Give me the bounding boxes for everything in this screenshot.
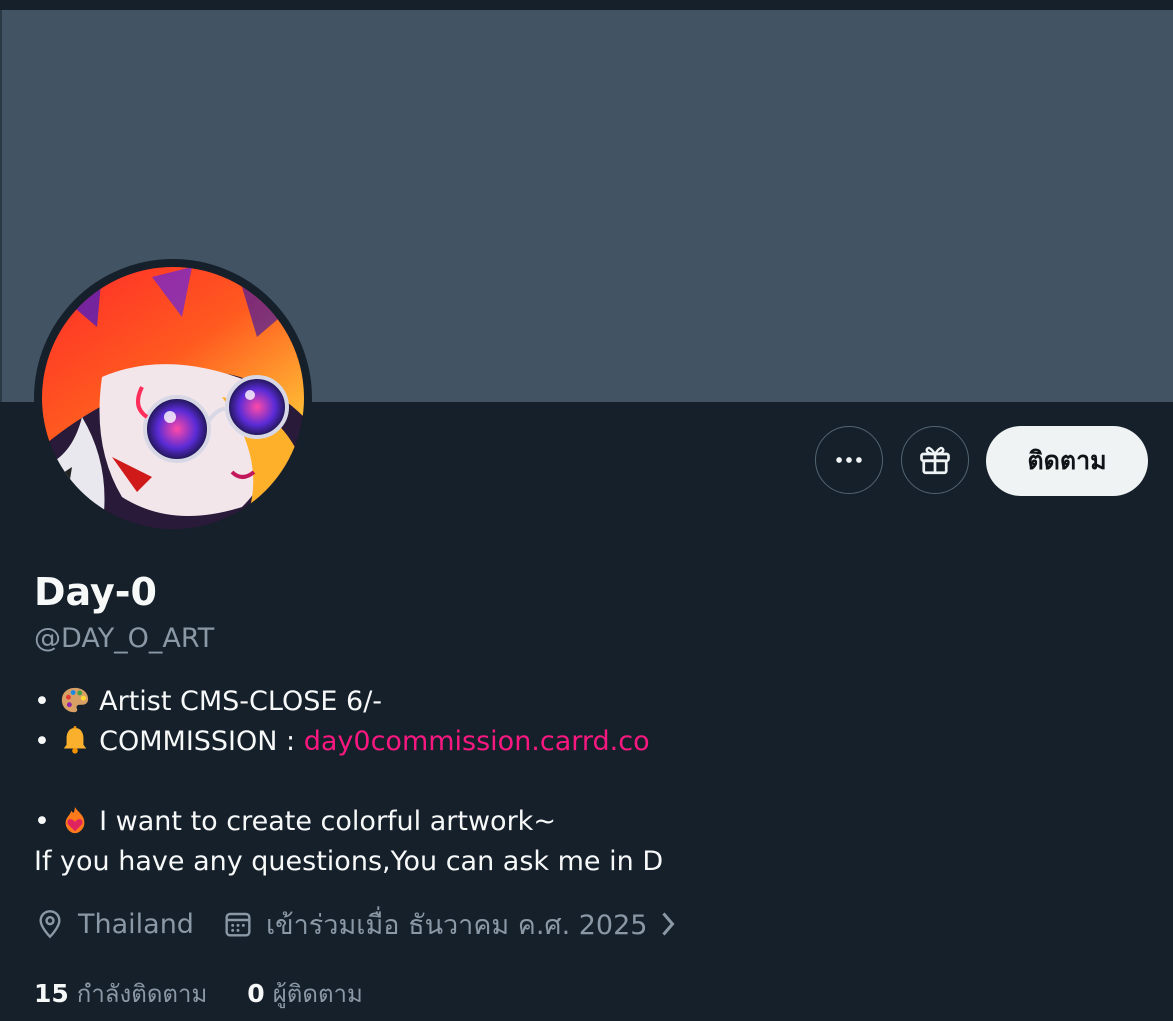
profile-meta: Thailand เข้าร่วมเมื่อ ธันวาคม ค.ศ. 2025	[34, 904, 691, 944]
bio-text: I want to create colorful artwork~	[99, 806, 556, 837]
following-count: 15	[34, 979, 69, 1008]
display-name: Day-0	[34, 570, 157, 614]
commission-link[interactable]: day0commission.carrd.co	[304, 726, 650, 757]
avatar-image	[42, 267, 304, 529]
calendar-icon	[225, 912, 251, 937]
location: Thailand	[34, 908, 194, 940]
followers-label: ผู้ติดตาม	[272, 980, 363, 1008]
gift-icon	[920, 446, 950, 475]
bio-bullet: •	[34, 806, 50, 837]
bio-bullet: •	[34, 686, 50, 717]
chevron-right-icon[interactable]	[657, 909, 691, 939]
bio-bullet: •	[34, 726, 50, 757]
profile-stats: 15 กำลังติดตาม 0 ผู้ติดตาม	[34, 974, 363, 1013]
more-button[interactable]	[815, 426, 883, 494]
bio: • Artist CMS-CLOSE 6/- • COMMISSION : da…	[34, 682, 1134, 882]
fire-heart-emoji-icon	[65, 806, 84, 834]
bio-line-4: If you have any questions,You can ask me…	[34, 842, 1134, 882]
follow-button[interactable]: ติดตาม	[986, 426, 1148, 496]
following-stat[interactable]: 15 กำลังติดตาม	[34, 974, 207, 1013]
bio-blank-line	[34, 762, 1134, 802]
palette-emoji-icon	[61, 687, 88, 713]
bio-line-3: • I want to create colorful artwork~	[34, 802, 1134, 842]
avatar[interactable]	[42, 267, 304, 529]
bio-text: If you have any questions,You can ask me…	[34, 846, 664, 877]
following-label: กำลังติดตาม	[76, 980, 208, 1008]
more-horizontal-icon	[836, 457, 862, 463]
joined-text: เข้าร่วมเมื่อ ธันวาคม ค.ศ. 2025	[265, 909, 648, 941]
user-handle: @DAY_O_ART	[34, 623, 215, 654]
bio-line-2: • COMMISSION : day0commission.carrd.co	[34, 722, 1134, 762]
bio-line-1: • Artist CMS-CLOSE 6/-	[34, 682, 1134, 722]
profile-page: ติดตาม Day-0 @DAY_O_ART • Artist CMS-CLO…	[0, 0, 1173, 1021]
location-pin-icon	[39, 910, 61, 939]
joined-date[interactable]: เข้าร่วมเมื่อ ธันวาคม ค.ศ. 2025	[222, 903, 692, 946]
followers-stat[interactable]: 0 ผู้ติดตาม	[247, 974, 363, 1013]
top-strip	[0, 0, 1173, 10]
followers-count: 0	[247, 979, 265, 1008]
bell-emoji-icon	[63, 725, 86, 754]
bio-text: COMMISSION :	[99, 726, 304, 757]
location-text: Thailand	[78, 908, 194, 940]
gift-button[interactable]	[901, 426, 969, 494]
bio-text: Artist CMS-CLOSE 6/-	[99, 686, 383, 717]
